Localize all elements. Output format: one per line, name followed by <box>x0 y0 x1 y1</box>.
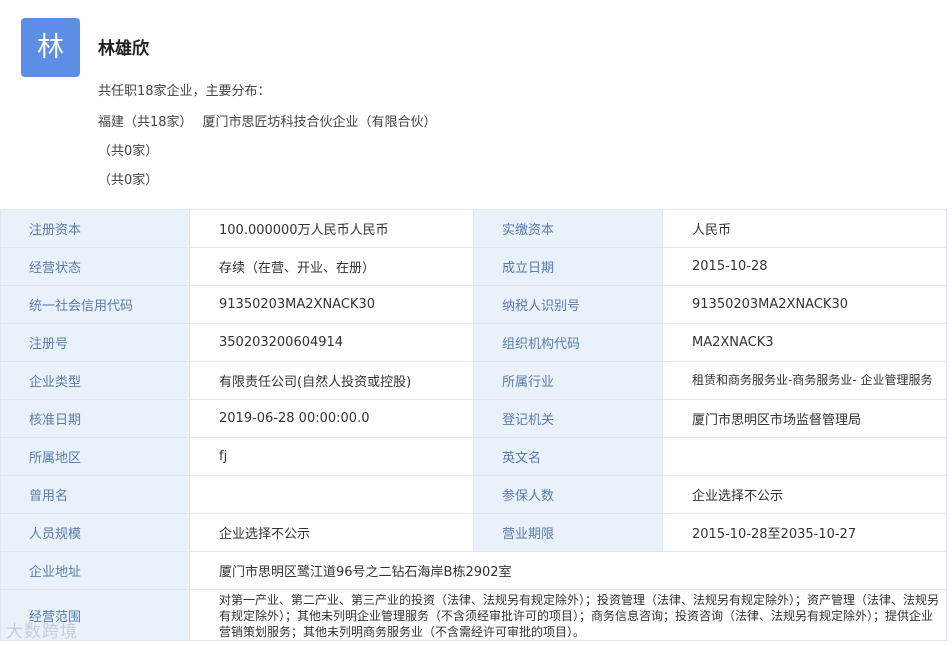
table-row: 企业类型 有限责任公司(自然人投资或控股) 所属行业 租赁和商务服务业-商务服务… <box>0 361 947 400</box>
field-label: 纳税人识别号 <box>473 285 663 324</box>
field-value <box>662 437 947 476</box>
table-row: 注册号 350203200604914 组织机构代码 MA2XNACK3 <box>0 323 947 362</box>
field-label: 曾用名 <box>0 475 190 514</box>
field-value <box>189 475 474 514</box>
table-row: 核准日期 2019-06-28 00:00:00.0 登记机关 厦门市思明区市场… <box>0 399 947 438</box>
table-row: 所属地区 fj 英文名 <box>0 437 947 476</box>
field-label: 统一社会信用代码 <box>0 285 190 324</box>
field-label: 企业地址 <box>0 551 190 590</box>
field-label: 营业期限 <box>473 513 663 552</box>
field-label: 登记机关 <box>473 399 663 438</box>
field-value: fj <box>189 437 474 476</box>
person-name[interactable]: 林雄欣 <box>98 34 149 59</box>
field-label: 实缴资本 <box>473 209 663 248</box>
table-row: 曾用名 参保人数 企业选择不公示 <box>0 475 947 514</box>
table-row-address: 企业地址 厦门市思明区鹭江道96号之二钻石海岸B栋2902室 <box>0 551 947 590</box>
table-row: 人员规模 企业选择不公示 营业期限 2015-10-28至2035-10-27 <box>0 513 947 552</box>
address-value: 厦门市思明区鹭江道96号之二钻石海岸B栋2902室 <box>189 551 947 590</box>
field-label: 企业类型 <box>0 361 190 400</box>
field-value: 100.000000万人民币人民币 <box>189 209 474 248</box>
table-row: 经营状态 存续（在营、开业、在册） 成立日期 2015-10-28 <box>0 247 947 286</box>
field-value: 91350203MA2XNACK30 <box>189 285 474 324</box>
field-label: 人员规模 <box>0 513 190 552</box>
field-label: 参保人数 <box>473 475 663 514</box>
field-label: 所属地区 <box>0 437 190 476</box>
field-value: 2019-06-28 00:00:00.0 <box>189 399 474 438</box>
field-label: 经营状态 <box>0 247 190 286</box>
field-label: 注册号 <box>0 323 190 362</box>
field-value: 企业选择不公示 <box>662 475 947 514</box>
field-label: 英文名 <box>473 437 663 476</box>
field-value: 存续（在营、开业、在册） <box>189 247 474 286</box>
field-value: 租赁和商务服务业-商务服务业- 企业管理服务 <box>662 361 947 400</box>
field-label: 核准日期 <box>0 399 190 438</box>
field-value: 企业选择不公示 <box>189 513 474 552</box>
region-line-2: （共0家） <box>98 144 159 159</box>
field-value: 2015-10-28 <box>662 247 947 286</box>
positions-summary: 共任职18家企业，主要分布： <box>98 84 271 99</box>
field-label: 所属行业 <box>473 361 663 400</box>
business-scope-value: 对第一产业、第二产业、第三产业的投资（法律、法规另有规定除外）；投资管理（法律、… <box>189 589 947 641</box>
table-row-scope: 经营范围 对第一产业、第二产业、第三产业的投资（法律、法规另有规定除外）；投资管… <box>0 589 947 641</box>
region-line-1: 福建（共18家） 厦门市思匠坊科技合伙企业（有限合伙） <box>98 111 437 130</box>
field-value: 人民币 <box>662 209 947 248</box>
field-value: 厦门市思明区市场监督管理局 <box>662 399 947 438</box>
field-label: 组织机构代码 <box>473 323 663 362</box>
table-row: 注册资本 100.000000万人民币人民币 实缴资本 人民币 <box>0 209 947 248</box>
company-info-table: 注册资本 100.000000万人民币人民币 实缴资本 人民币 经营状态 存续（… <box>0 209 947 641</box>
watermark-logo: 大数跨境 <box>6 622 78 642</box>
region-fujian: 福建（共18家） <box>98 115 193 130</box>
field-value: 2015-10-28至2035-10-27 <box>662 513 947 552</box>
region-company-link[interactable]: 厦门市思匠坊科技合伙企业（有限合伙） <box>203 115 437 130</box>
field-label: 注册资本 <box>0 209 190 248</box>
table-row: 统一社会信用代码 91350203MA2XNACK30 纳税人识别号 91350… <box>0 285 947 324</box>
field-value: 350203200604914 <box>189 323 474 362</box>
field-value: 91350203MA2XNACK30 <box>662 285 947 324</box>
region-line-3: （共0家） <box>98 173 159 188</box>
avatar: 林 <box>21 18 80 77</box>
field-label: 成立日期 <box>473 247 663 286</box>
field-value: 有限责任公司(自然人投资或控股) <box>189 361 474 400</box>
field-value: MA2XNACK3 <box>662 323 947 362</box>
